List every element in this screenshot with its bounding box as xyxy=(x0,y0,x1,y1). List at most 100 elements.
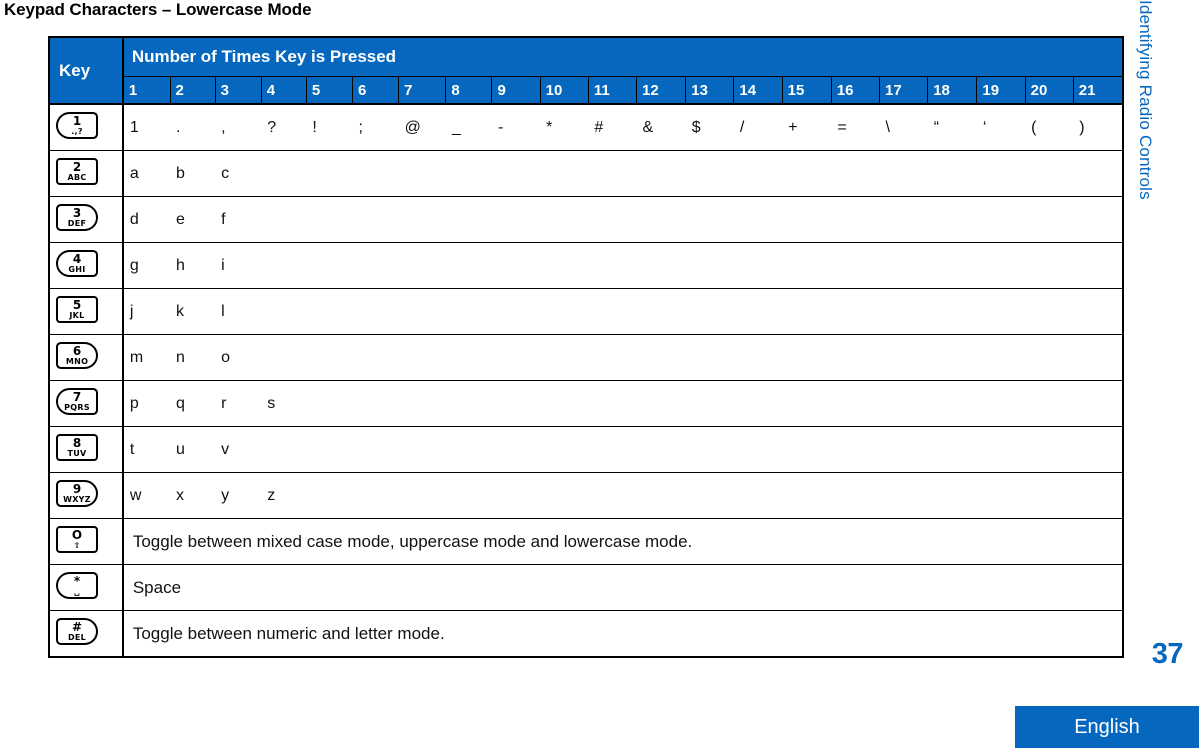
table-row: 2 ABC a b c xyxy=(48,150,1123,197)
table-body: 1.,? 1.,?!; @ _ - * # & $ / + = \ “‘() 2 ABC a b c 3 DEF d e f 4… xyxy=(48,103,1123,658)
key-cell: 7 PQRS xyxy=(48,380,124,427)
key-glyph-primary: # xyxy=(71,619,83,634)
key-8-icon: 8 TUV xyxy=(56,433,98,461)
column-header-press-10: 10 xyxy=(539,76,589,105)
key-3-icon: 3 DEF xyxy=(56,203,98,231)
character-cell: \ xyxy=(879,103,928,151)
character-cell: & xyxy=(636,103,686,151)
language-banner: English xyxy=(1015,706,1199,748)
key-glyph-primary: O xyxy=(71,527,83,542)
character-cell: t xyxy=(122,426,170,473)
table-row: 1.,? 1.,?!; @ _ - * # & $ / + = \ “‘() xyxy=(48,103,1123,151)
key-glyph-secondary: DEL xyxy=(67,632,87,642)
key-cell: O ⇧ xyxy=(48,518,124,565)
table-row: 4 GHI g h i xyxy=(48,242,1123,289)
character-cell: q xyxy=(170,380,216,427)
character-cell: c xyxy=(215,150,262,197)
character-cell: e xyxy=(170,196,216,243)
column-header-press-3: 3 xyxy=(214,76,262,105)
character-cell: - xyxy=(491,103,541,151)
key-cell: * ␣ xyxy=(48,564,124,611)
character-cell: @ xyxy=(398,103,446,151)
key-glyph-primary: 9 xyxy=(72,481,82,496)
character-cell: m xyxy=(122,334,170,381)
table-header-row-top: Key Number of Times Key is Pressed xyxy=(48,36,1124,105)
character-cell: ; xyxy=(352,103,399,151)
table-row: 9 WXYZ w x y z xyxy=(48,472,1123,519)
character-cell: z xyxy=(261,472,307,519)
column-header-press-12: 12 xyxy=(636,76,687,105)
column-header-press-11: 11 xyxy=(587,76,638,105)
character-cell: w xyxy=(122,472,170,519)
key-glyph-primary: 8 xyxy=(72,435,82,450)
key-glyph-secondary: ABC xyxy=(67,172,87,182)
key-glyph-primary: 2 xyxy=(72,159,82,174)
column-header-press-15: 15 xyxy=(781,76,832,105)
character-cell: a xyxy=(122,150,170,197)
key-glyph-primary: 7 xyxy=(72,389,82,404)
empty-cell xyxy=(306,472,1123,519)
column-header-press-7: 7 xyxy=(398,76,447,105)
table-header-row-counts: 1 2 3 4 5 6 7 8 9 10 11 12 13 14 15 16 17 18 19 20 21 xyxy=(49,76,1124,105)
key-glyph-secondary: WXYZ xyxy=(63,494,91,504)
character-cell: # xyxy=(588,103,637,151)
empty-cell xyxy=(306,380,1123,427)
section-side-tab: Identifying Radio Controls xyxy=(1136,0,1155,200)
character-cell: 1 xyxy=(122,103,170,151)
empty-cell xyxy=(261,150,1123,197)
character-cell: l xyxy=(215,288,262,335)
table-row: 3 DEF d e f xyxy=(48,196,1123,243)
key-2-icon: 2 ABC xyxy=(56,157,98,185)
key-cell: # DEL xyxy=(48,610,124,658)
key-cell: 6 MNO xyxy=(48,334,124,381)
empty-cell xyxy=(261,426,1123,473)
key-cell: 1.,? xyxy=(48,103,124,151)
character-cell: j xyxy=(122,288,170,335)
key-glyph-primary: 6 xyxy=(72,343,82,358)
character-cell: n xyxy=(170,334,216,381)
character-cell: d xyxy=(122,196,170,243)
character-cell: o xyxy=(215,334,262,381)
key-glyph-secondary: JKL xyxy=(69,310,85,320)
character-cell: r xyxy=(215,380,262,427)
character-cell: x xyxy=(170,472,216,519)
key-cell: 5 JKL xyxy=(48,288,124,335)
table-row: 6 MNO m n o xyxy=(48,334,1123,381)
key-cell: 3 DEF xyxy=(48,196,124,243)
table-row: 7 PQRS p q r s xyxy=(48,380,1123,427)
column-header-press-13: 13 xyxy=(685,76,735,105)
character-cell: p xyxy=(122,380,170,427)
table-header: Key Number of Times Key is Pressed 12 345… xyxy=(48,36,1124,105)
key-star-space-icon: * ␣ xyxy=(56,571,98,599)
column-header-press-19: 19 xyxy=(976,76,1026,105)
character-cell: h xyxy=(170,242,216,289)
column-header-press-4: 4 xyxy=(260,76,307,105)
character-cell: v xyxy=(215,426,262,473)
column-header-press-6: 6 xyxy=(351,76,400,105)
key-glyph-secondary: DEF xyxy=(67,218,87,228)
character-cell: k xyxy=(170,288,216,335)
key-glyph-secondary: .,? xyxy=(71,126,83,136)
column-header-press-20: 20 xyxy=(1024,76,1074,105)
empty-cell xyxy=(261,334,1123,381)
table-row: O ⇧ Toggle between mixed case mode, upperc… xyxy=(48,518,1123,565)
description-cell: Toggle between numeric and letter mode. xyxy=(122,610,1123,658)
character-cell: , xyxy=(215,103,262,151)
column-header-press-5: 5 xyxy=(305,76,354,105)
column-header-press-2: 2 xyxy=(169,76,216,105)
description-cell: Toggle between mixed case mode, uppercas… xyxy=(122,518,1123,565)
key-4-icon: 4 GHI xyxy=(56,249,98,277)
key-hash-del-icon: # DEL xyxy=(56,617,98,645)
key-0-shift-icon: O ⇧ xyxy=(56,525,98,553)
column-header-press-14: 14 xyxy=(733,76,783,105)
column-header-press-18: 18 xyxy=(927,76,978,105)
character-cell: ) xyxy=(1073,103,1123,151)
key-cell: 9 WXYZ xyxy=(48,472,124,519)
table-row: 8 TUV t u v xyxy=(48,426,1123,473)
table-row: # DEL Toggle between numeric and letter mo… xyxy=(48,610,1123,658)
key-glyph-secondary: ␣ xyxy=(73,586,81,596)
key-glyph-secondary: PQRS xyxy=(64,402,90,412)
key-6-icon: 6 MNO xyxy=(56,341,98,369)
character-cell: i xyxy=(215,242,262,289)
character-cell: ? xyxy=(261,103,307,151)
